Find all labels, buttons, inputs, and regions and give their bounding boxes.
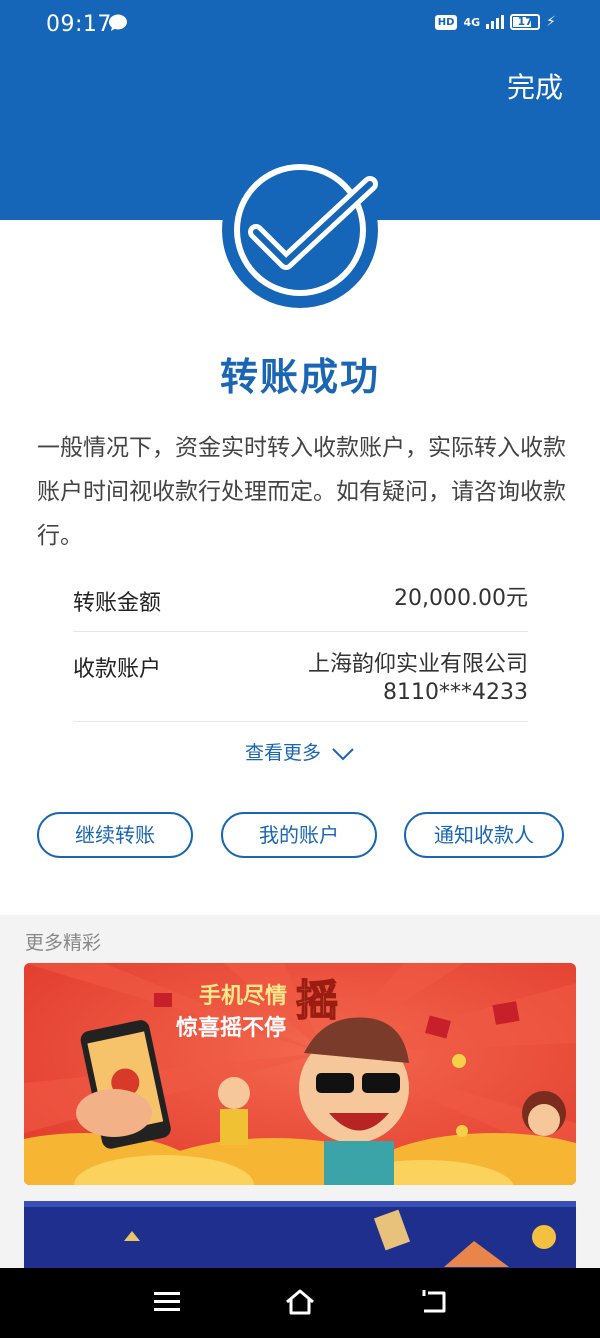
banner-headline-highlight: 摇 xyxy=(296,976,338,1025)
account-name: 上海韵仰实业有限公司 xyxy=(307,652,528,677)
notify-payee-button[interactable]: 通知收款人 xyxy=(404,812,564,858)
shake-promo-banner[interactable]: 手机尽情 摇 惊喜摇不停 xyxy=(24,963,576,1185)
battery-level: 17 xyxy=(517,15,533,28)
status-icons: HD 4G 17 ⚡ xyxy=(434,14,556,30)
network-type: 4G xyxy=(463,15,481,29)
amount-row: 转账金额 20,000.00元 xyxy=(73,585,528,616)
account-number: 8110***4233 xyxy=(383,680,528,705)
result-title: 转账成功 xyxy=(219,355,380,399)
status-time: 09:17 xyxy=(46,12,112,37)
status-bar: 09:17 HD 4G 17 ⚡ xyxy=(0,0,600,48)
amount-label: 转账金额 xyxy=(73,591,162,616)
success-check-icon xyxy=(220,150,380,310)
banner-headline-1: 手机尽情 xyxy=(199,983,287,1009)
menu-icon[interactable] xyxy=(154,1290,180,1314)
banner-illustration: 手机尽情 摇 惊喜摇不停 xyxy=(24,963,576,1185)
my-account-button[interactable]: 我的账户 xyxy=(221,812,377,858)
charging-icon: ⚡ xyxy=(546,14,556,30)
chevron-down-icon xyxy=(332,747,354,760)
section-title: 更多精彩 xyxy=(25,932,102,954)
hd-icon: HD xyxy=(434,14,458,30)
banner-headline-2: 惊喜摇不停 xyxy=(176,1015,286,1041)
back-icon[interactable] xyxy=(420,1288,448,1316)
message-icon xyxy=(109,14,127,31)
continue-transfer-button[interactable]: 继续转账 xyxy=(37,812,193,858)
divider xyxy=(73,721,528,722)
amount-value: 20,000.00元 xyxy=(394,586,528,611)
done-button[interactable]: 完成 xyxy=(507,66,563,106)
account-info: 上海韵仰实业有限公司 8110***4233 xyxy=(308,651,528,707)
divider xyxy=(73,631,528,632)
account-label: 收款账户 xyxy=(73,657,162,682)
view-more-link[interactable]: 查看更多 xyxy=(0,738,600,765)
view-more-label: 查看更多 xyxy=(244,742,321,764)
system-navigation-bar xyxy=(0,1268,600,1338)
result-description: 一般情况下，资金实时转入收款账户，实际转入收款账户时间视收款行处理而定。如有疑问… xyxy=(37,435,566,549)
signal-icon xyxy=(486,15,505,29)
account-row: 收款账户 上海韵仰实业有限公司 8110***4233 xyxy=(73,651,528,711)
home-icon[interactable] xyxy=(284,1288,316,1316)
battery-icon: 17 xyxy=(510,14,541,30)
